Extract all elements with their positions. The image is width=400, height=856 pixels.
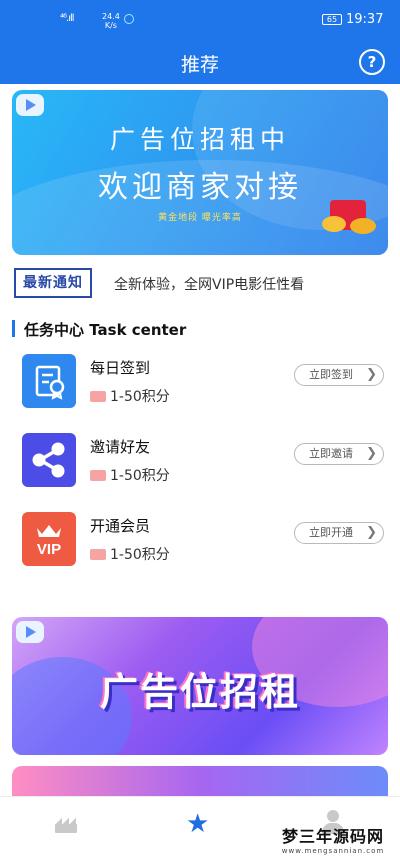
task-points-value: 1-50积分 — [110, 389, 170, 405]
points-icon — [90, 470, 106, 481]
gold-coin — [322, 216, 346, 232]
invite-button[interactable]: 立即邀请 ❯ — [294, 443, 384, 465]
task-item-invite: 邀请好友 1-50积分 立即邀请 ❯ — [22, 433, 384, 493]
open-vip-button[interactable]: 立即开通 ❯ — [294, 522, 384, 544]
task-item-vip: VIP 开通会员 1-50积分 立即开通 ❯ — [22, 512, 384, 572]
battery-icon: 65 — [322, 14, 342, 25]
task-button-label: 立即签到 — [309, 368, 353, 381]
network-speed: 24.4 K/s — [102, 12, 120, 30]
task-points: 1-50积分 — [90, 465, 170, 485]
task-button-label: 立即开通 — [309, 526, 353, 539]
share-icon — [22, 433, 76, 487]
task-button-label: 立即邀请 — [309, 447, 353, 460]
signal-indicator: ⁴⁶.ıll — [60, 13, 74, 24]
task-points-value: 1-50积分 — [110, 468, 170, 484]
notice-bar[interactable]: 最新通知 全新体验，全网VIP电影任性看 — [14, 268, 390, 298]
top-header: ⁴⁶.ıll 24.4 K/s 65 19:37 推荐 ? — [0, 0, 400, 84]
ad-banner-middle[interactable]: 广告位招租 — [12, 617, 388, 755]
crown-icon-base — [55, 825, 77, 833]
certificate-icon — [22, 354, 76, 408]
section-accent — [12, 320, 15, 337]
task-item-checkin: 每日签到 1-50积分 立即签到 ❯ — [22, 354, 384, 414]
page-title: 推荐 — [180, 54, 219, 76]
clock: 19:37 — [346, 12, 384, 27]
task-points: 1-50积分 — [90, 386, 170, 406]
play-icon — [16, 94, 44, 116]
points-icon — [90, 391, 106, 402]
task-center-title: 任务中心 Task center — [24, 321, 187, 339]
points-icon — [90, 549, 106, 560]
banner-headline: 广告位招租中 — [109, 125, 290, 154]
svg-text:VIP: VIP — [37, 541, 61, 558]
task-points: 1-50积分 — [90, 544, 170, 564]
play-icon — [16, 621, 44, 643]
red-envelope-icon — [322, 188, 376, 234]
chevron-right-icon: ❯ — [366, 446, 377, 461]
banner-headline: 广告位招租 — [99, 670, 300, 714]
chevron-right-icon: ❯ — [366, 525, 377, 540]
help-button[interactable]: ? — [359, 49, 385, 75]
chevron-right-icon: ❯ — [366, 367, 377, 382]
status-bar: ⁴⁶.ıll 24.4 K/s 65 19:37 — [0, 0, 400, 40]
network-speed-unit: K/s — [104, 21, 117, 30]
ad-banner-top[interactable]: 广告位招租中 欢迎商家对接 黄金地段 曝光率高 — [12, 90, 388, 255]
watermark: 梦三年源码网 www.mengsannian.com — [268, 823, 398, 855]
checkin-button[interactable]: 立即签到 ❯ — [294, 364, 384, 386]
user-icon-head — [327, 810, 339, 822]
vip-crown-icon: VIP — [22, 512, 76, 566]
watermark-url: www.mengsannian.com — [281, 847, 385, 855]
watermark-name: 梦三年源码网 — [281, 827, 384, 846]
task-name: 邀请好友 — [90, 438, 151, 456]
task-points-value: 1-50积分 — [110, 547, 170, 563]
task-name: 开通会员 — [90, 517, 151, 535]
notice-text[interactable]: 全新体验，全网VIP电影任性看 — [114, 274, 304, 294]
gold-coin — [350, 218, 376, 234]
star-icon[interactable]: ★ — [186, 811, 209, 837]
notification-icon — [124, 14, 134, 24]
notice-tag: 最新通知 — [14, 268, 92, 298]
network-speed-value: 24.4 — [102, 12, 120, 21]
task-name: 每日签到 — [90, 359, 151, 377]
crown-icon[interactable] — [55, 817, 77, 833]
